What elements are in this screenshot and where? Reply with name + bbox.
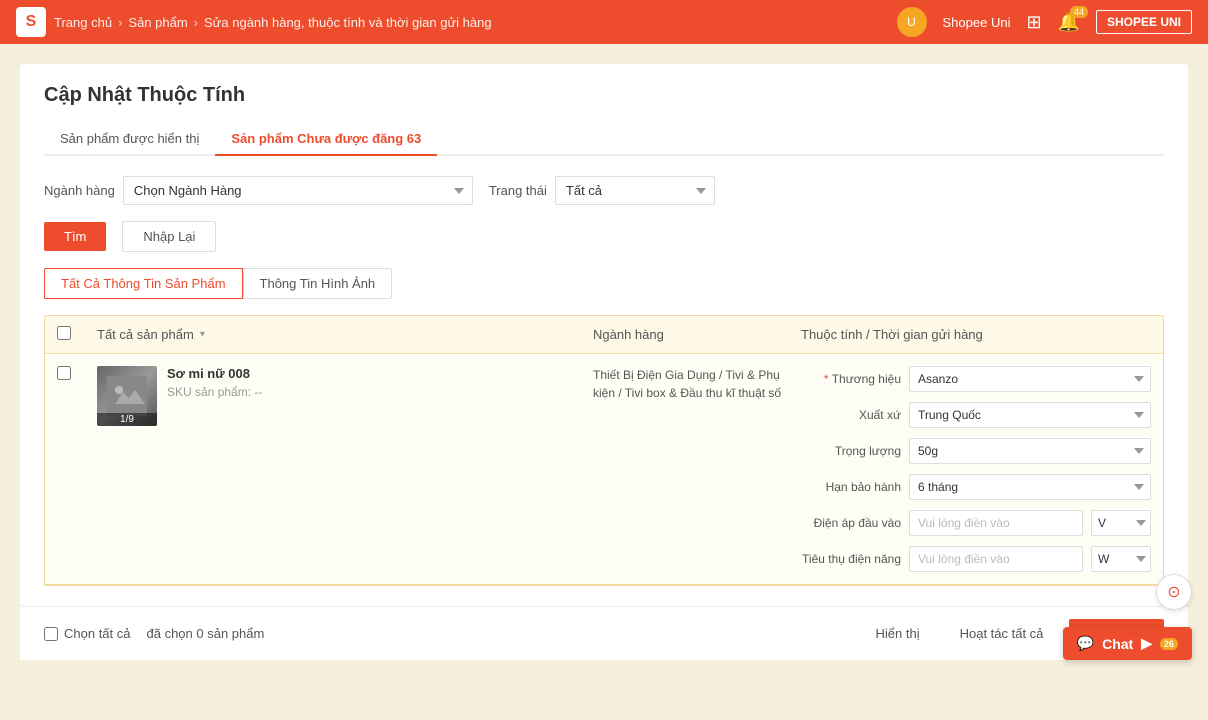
header: S Trang chủ › Sản phẩm › Sửa ngành hàng,…	[0, 0, 1208, 44]
store-name: Shopee Uni	[943, 15, 1011, 30]
row-checkbox[interactable]	[57, 366, 71, 380]
breadcrumb-products[interactable]: Sản phẩm	[128, 15, 187, 30]
tab-not-listed[interactable]: Sản phẩm Chưa được đăng 63	[215, 123, 437, 156]
status-label: Trang thái	[489, 183, 547, 198]
breadcrumb-sep-1: ›	[118, 15, 122, 30]
page-title: Cập Nhật Thuộc Tính	[44, 84, 1164, 107]
notification-bell[interactable]: 🔔 44	[1058, 12, 1080, 33]
header-right: U Shopee Uni ⊞ 🔔 44 SHOPEE UNI	[897, 7, 1192, 37]
attr-label-voltage: Điện áp đầu vào	[801, 516, 901, 530]
select-all-label[interactable]: Chọn tất cả	[44, 626, 131, 641]
attr-label-origin: Xuất xứ	[801, 408, 901, 422]
product-thumbnail-icon	[107, 376, 147, 416]
bulk-actions-button[interactable]: Hoạt tác tất cả	[946, 619, 1058, 648]
attr-input-power[interactable]	[909, 546, 1083, 572]
attr-input-voltage[interactable]	[909, 510, 1083, 536]
sub-tab-images[interactable]: Thông Tin Hình Ảnh	[243, 268, 393, 299]
grid-icon[interactable]: ⊞	[1026, 12, 1041, 33]
attr-label-power: Tiêu thụ điện năng	[801, 552, 901, 566]
sub-tab-all-info[interactable]: Tất Cả Thông Tin Sản Phẩm	[44, 268, 243, 299]
chat-label: Chat	[1102, 636, 1133, 652]
sub-tabs: Tất Cả Thông Tin Sản Phẩm Thông Tin Hình…	[44, 268, 1164, 299]
footer-select-all-checkbox[interactable]	[44, 627, 58, 641]
breadcrumb-current: Sửa ngành hàng, thuộc tính và thời gian …	[204, 15, 492, 30]
header-industry: Ngành hàng	[593, 327, 793, 342]
chat-video-icon: ▶	[1141, 635, 1152, 652]
breadcrumb-sep-2: ›	[194, 15, 198, 30]
image-count-badge: 1/9	[97, 413, 157, 426]
product-details: Sơ mi nữ 008 SKU sản phẩm: --	[167, 366, 262, 399]
show-button[interactable]: Hiển thị	[862, 619, 934, 648]
content-card: Cập Nhật Thuộc Tính Sản phẩm được hiển t…	[20, 64, 1188, 606]
product-image: 1/9	[97, 366, 157, 426]
footer-bar: Chọn tất cả đã chọn 0 sản phẩm Hiển thị …	[20, 606, 1188, 660]
attr-row-origin: Xuất xứ Trung Quốc	[801, 402, 1151, 428]
row-checkbox-cell	[57, 366, 89, 383]
attr-row-power: Tiêu thụ điện năng W	[801, 546, 1151, 572]
help-button[interactable]: ⊙	[1156, 574, 1192, 610]
attr-select-weight[interactable]: 50g	[909, 438, 1151, 464]
industry-filter-group: Ngành hàng Chọn Ngành Hàng	[44, 176, 473, 205]
main-wrapper: Cập Nhật Thuộc Tính Sản phẩm được hiển t…	[0, 44, 1208, 720]
industry-label: Ngành hàng	[44, 183, 115, 198]
header-attributes: Thuộc tính / Thời gian gửi hàng	[801, 327, 1151, 342]
help-icon: ⊙	[1167, 582, 1180, 602]
breadcrumb-home[interactable]: Trang chủ	[54, 15, 112, 30]
reset-button[interactable]: Nhập Lại	[122, 221, 216, 252]
header-products: Tất cả sản phẩm	[97, 327, 194, 342]
attr-select-warranty[interactable]: 6 tháng	[909, 474, 1151, 500]
breadcrumb: Trang chủ › Sản phẩm › Sửa ngành hàng, t…	[54, 15, 492, 30]
product-category: Thiết Bị Điện Gia Dụng / Tivi & Phụ kiện…	[593, 366, 793, 402]
attr-unit-power[interactable]: W	[1091, 546, 1151, 572]
action-row: Tìm Nhập Lại	[44, 221, 1164, 252]
attr-select-brand[interactable]: Asanzo	[909, 366, 1151, 392]
avatar: U	[897, 7, 927, 37]
status-filter-group: Trang thái Tất cả	[489, 176, 715, 205]
attr-row-voltage: Điện áp đầu vào V	[801, 510, 1151, 536]
product-sku: SKU sản phẩm: --	[167, 385, 262, 399]
attr-label-brand: Thương hiệu	[801, 372, 901, 386]
footer-status: đã chọn 0 sản phẩm	[147, 626, 265, 641]
shopee-logo[interactable]: S	[16, 7, 46, 37]
attr-select-origin[interactable]: Trung Quốc	[909, 402, 1151, 428]
shopee-uni-button[interactable]: SHOPEE UNI	[1096, 10, 1192, 34]
product-name: Sơ mi nữ 008	[167, 366, 262, 381]
chat-icon: 💬	[1077, 635, 1094, 652]
avatar-icon: U	[907, 15, 916, 29]
chat-button[interactable]: 💬 Chat ▶ 26	[1063, 627, 1192, 660]
industry-select[interactable]: Chọn Ngành Hàng	[123, 176, 473, 205]
chevron-down-icon: ▾	[200, 329, 205, 340]
select-all-checkbox[interactable]	[57, 326, 71, 340]
attr-unit-voltage[interactable]: V	[1091, 510, 1151, 536]
search-button[interactable]: Tìm	[44, 222, 106, 251]
attr-row-brand: Thương hiệu Asanzo	[801, 366, 1151, 392]
tab-shown[interactable]: Sản phẩm được hiển thị	[44, 123, 215, 156]
tabs: Sản phẩm được hiển thị Sản phẩm Chưa đượ…	[44, 123, 1164, 156]
chat-badge: 26	[1160, 638, 1178, 650]
attribute-fields: Thương hiệu Asanzo Xuất xứ Trung Quốc	[801, 366, 1151, 572]
status-select[interactable]: Tất cả	[555, 176, 715, 205]
header-checkbox-cell	[57, 326, 89, 343]
attr-row-weight: Trọng lượng 50g	[801, 438, 1151, 464]
product-info: 1/9 Sơ mi nữ 008 SKU sản phẩm: --	[97, 366, 585, 426]
product-table: Tất cả sản phẩm ▾ Ngành hàng Thuộc tính …	[44, 315, 1164, 586]
table-header: Tất cả sản phẩm ▾ Ngành hàng Thuộc tính …	[45, 316, 1163, 354]
select-all-cell: Tất cả sản phẩm ▾	[97, 327, 585, 342]
attr-label-weight: Trọng lượng	[801, 444, 901, 458]
table-row: 1/9 Sơ mi nữ 008 SKU sản phẩm: -- Thiết …	[45, 354, 1163, 585]
attr-row-warranty: Hạn bảo hành 6 tháng	[801, 474, 1151, 500]
filter-row: Ngành hàng Chọn Ngành Hàng Trang thái Tấ…	[44, 176, 1164, 205]
attr-label-warranty: Hạn bảo hành	[801, 480, 901, 494]
notification-badge: 44	[1070, 6, 1088, 18]
